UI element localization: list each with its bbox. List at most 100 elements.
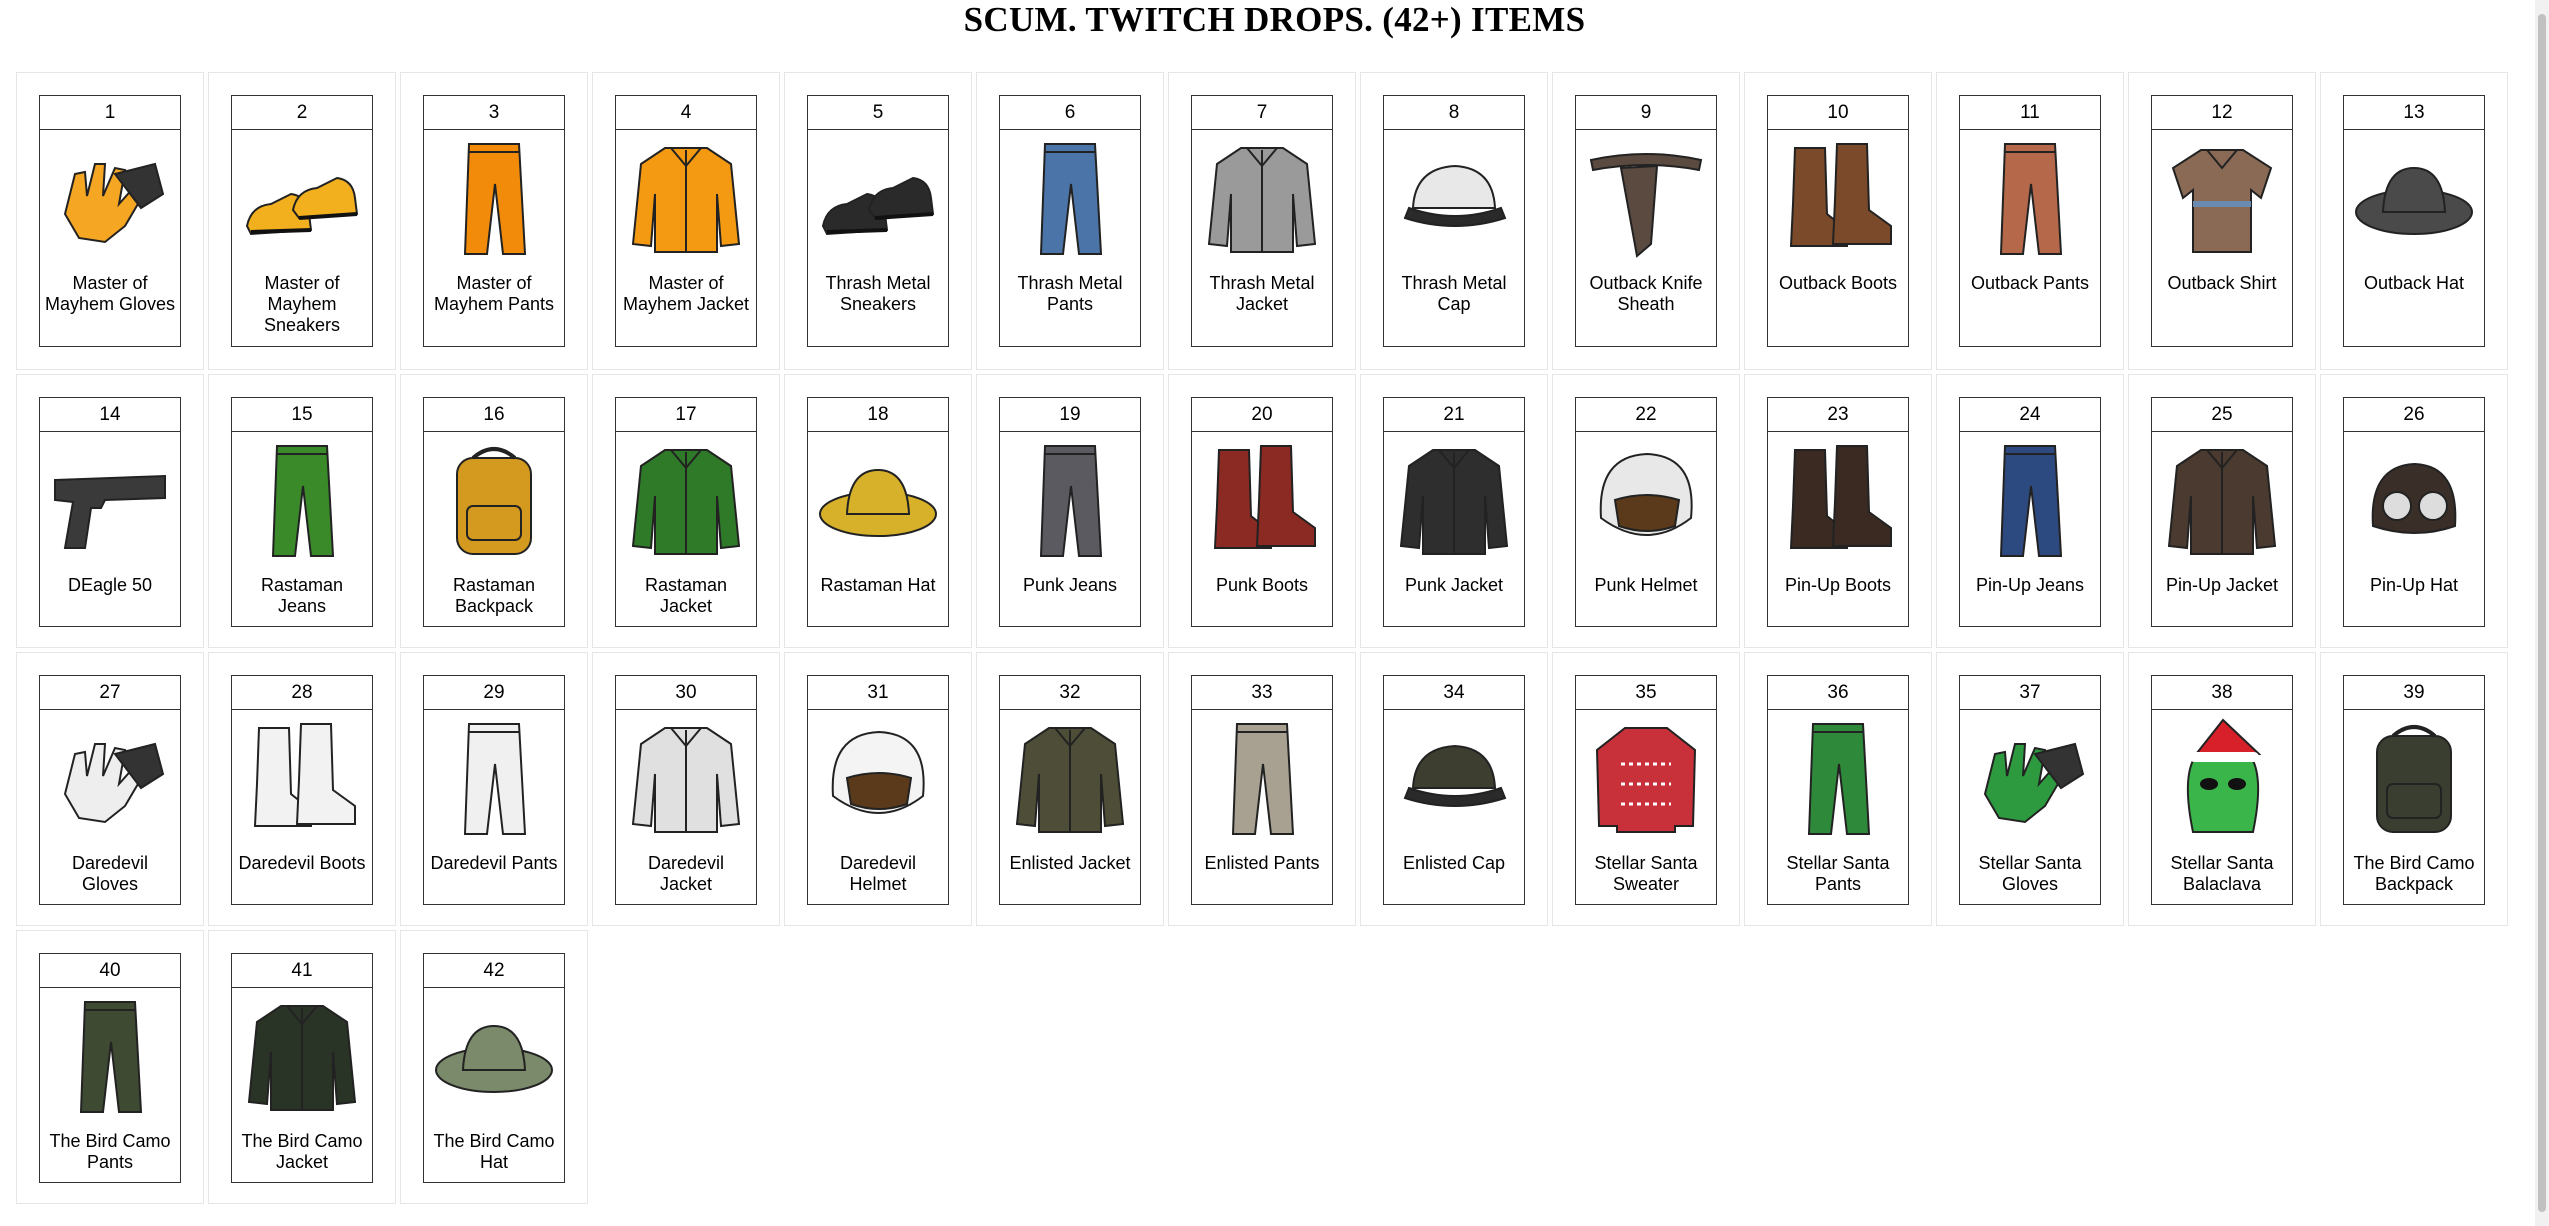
jacket-icon (247, 1005, 357, 1111)
item-cell: 23 Pin-Up Boots (1744, 374, 1932, 648)
item-label: Master of Mayhem Sneakers (263, 273, 341, 335)
item-card: 30 Daredevil Jacket (615, 675, 757, 905)
item-image (616, 130, 756, 268)
item-cell: 39 The Bird Camo Backpack (2320, 652, 2508, 926)
pants-icon (79, 1001, 143, 1113)
item-number: 17 (616, 398, 756, 432)
item-card: 41 The Bird Camo Jacket (231, 953, 373, 1183)
item-number: 29 (424, 676, 564, 710)
jacket-icon (1015, 727, 1125, 833)
item-number: 35 (1576, 676, 1716, 710)
item-label: Outback Knife Sheath (1589, 273, 1703, 314)
item-cell: 37 Stellar Santa Gloves (1936, 652, 2124, 926)
item-card: 24 Pin-Up Jeans (1959, 397, 2101, 627)
item-card: 37 Stellar Santa Gloves (1959, 675, 2101, 905)
gloves-icon (63, 162, 165, 244)
item-card: 3 Master of Mayhem Pants (423, 95, 565, 347)
item-card: 34 Enlisted Cap (1383, 675, 1525, 905)
item-card: 14 DEagle 50 (39, 397, 181, 627)
item-cell: 24 Pin-Up Jeans (1936, 374, 2124, 648)
boots-icon (1213, 445, 1316, 549)
item-image (1960, 710, 2100, 848)
gloves-icon (63, 742, 165, 824)
item-image (1192, 130, 1332, 268)
item-image (424, 130, 564, 268)
scrollbar-thumb[interactable] (2538, 14, 2546, 1212)
item-number: 20 (1192, 398, 1332, 432)
item-image (2344, 432, 2484, 570)
item-cell: 6 Thrash Metal Pants (976, 72, 1164, 370)
item-label: The Bird Camo Backpack (2353, 853, 2475, 894)
item-cell: 16 Rastaman Backpack (400, 374, 588, 648)
item-number: 38 (2152, 676, 2292, 710)
item-label: DEagle 50 (67, 575, 153, 595)
item-card: 28 Daredevil Boots (231, 675, 373, 905)
item-number: 4 (616, 96, 756, 130)
boots-icon (1789, 143, 1892, 247)
item-card: 39 The Bird Camo Backpack (2343, 675, 2485, 905)
item-image (1000, 130, 1140, 268)
item-cell: 22 Punk Helmet (1552, 374, 1740, 648)
item-image (424, 710, 564, 848)
item-label: Thrash Metal Pants (1017, 273, 1123, 314)
item-number: 37 (1960, 676, 2100, 710)
item-number: 33 (1192, 676, 1332, 710)
item-cell: 38 Stellar Santa Balaclava (2128, 652, 2316, 926)
item-number: 42 (424, 954, 564, 988)
item-card: 36 Stellar Santa Pants (1767, 675, 1909, 905)
item-image (1768, 710, 1908, 848)
vertical-scrollbar[interactable] (2535, 0, 2549, 1226)
item-label: Enlisted Jacket (1009, 853, 1131, 873)
item-image (2152, 432, 2292, 570)
item-number: 31 (808, 676, 948, 710)
item-cell: 12 Outback Shirt (2128, 72, 2316, 370)
item-label: Rastaman Hat (820, 575, 936, 595)
item-number: 14 (40, 398, 180, 432)
hat-icon (435, 1024, 553, 1093)
item-image (1768, 130, 1908, 268)
pants-icon (1807, 723, 1871, 835)
item-card: 25 Pin-Up Jacket (2151, 397, 2293, 627)
pants-icon (1039, 445, 1103, 557)
item-image (1384, 130, 1524, 268)
backpack-icon (2376, 725, 2452, 833)
cap-icon (1403, 744, 1507, 807)
item-image (1384, 432, 1524, 570)
item-number: 27 (40, 676, 180, 710)
item-image (1576, 432, 1716, 570)
item-cell: 11 Outback Pants (1936, 72, 2124, 370)
item-label: Punk Jacket (1404, 575, 1504, 595)
item-cell: 26 Pin-Up Hat (2320, 374, 2508, 648)
item-label: Pin-Up Boots (1784, 575, 1892, 595)
pants-icon (1999, 445, 2063, 557)
item-card: 40 The Bird Camo Pants (39, 953, 181, 1183)
item-cell: 21 Punk Jacket (1360, 374, 1548, 648)
item-label: Enlisted Pants (1204, 853, 1320, 873)
item-cell: 40 The Bird Camo Pants (16, 930, 204, 1204)
item-label: Rastaman Backpack (452, 575, 536, 616)
item-number: 11 (1960, 96, 2100, 130)
item-image (40, 432, 180, 570)
item-cell: 27 Daredevil Gloves (16, 652, 204, 926)
jacket-icon (2167, 449, 2277, 555)
item-label: Thrash Metal Jacket (1209, 273, 1315, 314)
item-image (1192, 710, 1332, 848)
boots-icon (1789, 445, 1892, 549)
hat-icon (819, 468, 937, 537)
item-image (2152, 130, 2292, 268)
item-card: 12 Outback Shirt (2151, 95, 2293, 347)
item-card: 22 Punk Helmet (1575, 397, 1717, 627)
item-label: Enlisted Cap (1402, 853, 1506, 873)
item-number: 28 (232, 676, 372, 710)
item-label: Stellar Santa Balaclava (2170, 853, 2274, 894)
item-image (1000, 432, 1140, 570)
pants-icon (463, 723, 527, 835)
item-card: 38 Stellar Santa Balaclava (2151, 675, 2293, 905)
item-card: 13 Outback Hat (2343, 95, 2485, 347)
page-title: SCUM. TWITCH DROPS. (42+) ITEMS (963, 0, 1586, 39)
item-label: The Bird Camo Jacket (241, 1131, 363, 1172)
item-card: 21 Punk Jacket (1383, 397, 1525, 627)
item-label: Daredevil Boots (238, 853, 366, 873)
item-image (616, 710, 756, 848)
item-cell: 4 Master of Mayhem Jacket (592, 72, 780, 370)
